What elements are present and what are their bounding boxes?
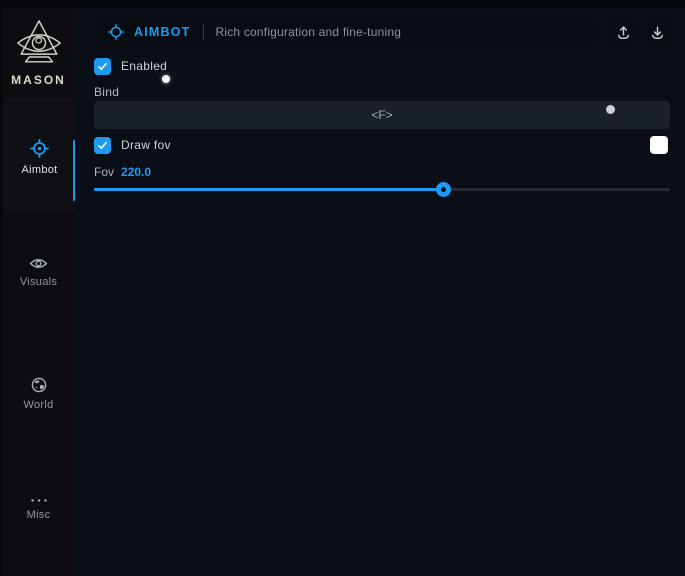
bind-value: <F> [371, 108, 392, 122]
cursor-trail-dot [606, 105, 615, 114]
checkmark-icon [97, 61, 108, 72]
sidebar-item-label: Aimbot [21, 164, 57, 176]
logo: MASON [2, 18, 75, 87]
sidebar-item-visuals[interactable]: Visuals [2, 257, 75, 288]
slider-handle[interactable] [436, 182, 451, 197]
sidebar: MASON Aimbot Visuals [0, 8, 75, 576]
enabled-label: Enabled [121, 59, 167, 73]
active-indicator [73, 140, 75, 201]
eye-icon [29, 257, 48, 270]
fov-color-swatch[interactable] [650, 136, 668, 154]
page-title: AIMBOT [134, 25, 191, 39]
enabled-row: Enabled [94, 57, 167, 75]
bind-input[interactable]: <F> [94, 101, 670, 129]
sidebar-item-label: Visuals [20, 276, 57, 288]
sidebar-item-label: World [23, 399, 53, 411]
upload-config-button[interactable] [609, 17, 638, 47]
sidebar-item-misc[interactable]: Misc [2, 498, 75, 521]
crosshair-icon [108, 24, 124, 40]
sidebar-item-label: Misc [27, 509, 51, 521]
globe-icon [31, 377, 47, 393]
draw-fov-checkbox[interactable] [94, 137, 111, 154]
pyramid-eye-icon [13, 18, 65, 70]
mason-menu-window: MASON Aimbot Visuals [0, 0, 685, 576]
draw-fov-row: Draw fov [94, 136, 171, 154]
slider-fill [94, 188, 444, 191]
mouse-cursor-dot [162, 75, 170, 83]
checkmark-icon [97, 140, 108, 151]
fov-label-row: Fov 220.0 [94, 165, 151, 179]
ellipsis-icon [30, 498, 48, 503]
logo-text: MASON [11, 73, 66, 87]
page-subtitle: Rich configuration and fine-tuning [216, 25, 402, 39]
fov-slider[interactable] [94, 182, 670, 197]
crosshair-icon [30, 139, 49, 158]
draw-fov-label: Draw fov [121, 138, 171, 152]
upload-icon [616, 25, 631, 40]
download-config-button[interactable] [643, 17, 672, 47]
enabled-checkbox[interactable] [94, 58, 111, 75]
window-top-strip [0, 0, 685, 8]
sidebar-item-aimbot[interactable]: Aimbot [4, 98, 75, 213]
bind-label: Bind [94, 85, 119, 99]
page-header: AIMBOT Rich configuration and fine-tunin… [97, 17, 598, 47]
fov-value: 220.0 [121, 165, 151, 179]
fov-label: Fov [94, 165, 114, 179]
sidebar-item-world[interactable]: World [2, 377, 75, 411]
download-icon [650, 25, 665, 40]
header-divider [203, 25, 204, 39]
